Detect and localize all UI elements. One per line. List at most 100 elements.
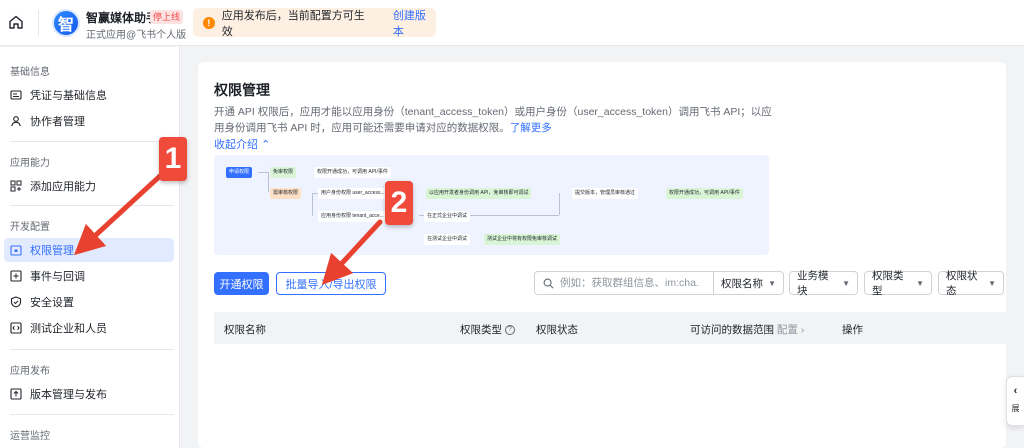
batch-import-export-button[interactable]: 批量导入/导出权限 bbox=[276, 272, 386, 295]
search-input[interactable] bbox=[560, 277, 700, 289]
select-label: 业务模块 bbox=[797, 270, 829, 297]
description-text: 开通 API 权限后，应用才能以应用身份（tenant_access_token… bbox=[214, 106, 772, 134]
status-badge: 停上线 bbox=[150, 10, 184, 24]
status-filter[interactable]: 权限状态 ▼ bbox=[938, 270, 1004, 297]
sidebar-item-add-capability[interactable]: 添加应用能力 bbox=[4, 174, 174, 198]
divider bbox=[10, 141, 174, 142]
sidebar-item-credentials[interactable]: 凭证与基础信息 bbox=[4, 83, 174, 107]
annotation-marker-2: 2 bbox=[385, 181, 413, 225]
notice-text: 应用发布后，当前配置方可生效 bbox=[221, 9, 365, 38]
collapse-label: 收起介绍 bbox=[214, 139, 258, 151]
flow-connector bbox=[268, 172, 269, 192]
permissions-panel: 权限管理 开通 API 权限后，应用才能以应用身份（tenant_access_… bbox=[198, 62, 1006, 448]
sidebar-group-monitoring: 运营监控 bbox=[10, 431, 50, 442]
flow-connector bbox=[258, 172, 268, 173]
flow-prod-debug: 在正式企业中调试 bbox=[424, 211, 471, 222]
chevron-left-icon: ‹ bbox=[1013, 385, 1018, 397]
search-field-select[interactable]: 权限名称 ▼ bbox=[714, 271, 784, 295]
sidebar-group-dev-config: 开发配置 bbox=[10, 222, 50, 233]
column-header-label: 权限类型 bbox=[460, 324, 502, 336]
flow-result: 权限开通成功，可调用 API/事件 bbox=[314, 167, 391, 178]
column-header-type[interactable]: 权限类型 ? bbox=[460, 322, 515, 337]
search-icon bbox=[543, 278, 554, 288]
sidebar-item-label: 凭证与基础信息 bbox=[30, 90, 107, 102]
user-icon bbox=[11, 116, 21, 127]
select-label: 权限名称 bbox=[721, 277, 763, 290]
flow-user-perm: 用户身份权限 user_access... bbox=[318, 188, 388, 199]
flow-app-perm: 应用身份权限 tenant_acce... bbox=[318, 211, 387, 222]
column-header-status: 权限状态 bbox=[536, 324, 578, 336]
top-bar: 智 智赢媒体助手 停上线 正式应用@飞书个人版 ! 应用发布后，当前配置方可生效… bbox=[0, 0, 1024, 46]
learn-more-link[interactable]: 了解更多 bbox=[510, 122, 552, 134]
divider bbox=[10, 414, 174, 415]
help-icon[interactable]: ? bbox=[504, 325, 515, 336]
scope-config-link[interactable]: 配置 › bbox=[777, 324, 804, 336]
sidebar-item-label: 协作者管理 bbox=[30, 116, 85, 128]
annotation-marker-1: 1 bbox=[159, 137, 187, 181]
sidebar-item-permissions[interactable]: 权限管理 bbox=[4, 238, 174, 262]
upload-box-icon bbox=[10, 388, 22, 400]
flow-apply: 申请权限 bbox=[226, 167, 253, 178]
create-version-link[interactable]: 创建版本 bbox=[393, 7, 436, 39]
column-header-label: 可访问的数据范围 bbox=[690, 324, 774, 336]
column-header-scope: 可访问的数据范围 配置 › bbox=[690, 322, 804, 337]
chevron-down-icon: ▼ bbox=[988, 278, 996, 288]
flow-test-result: 测试企业中将有权限免审核调试 bbox=[484, 234, 561, 245]
chevron-down-icon: ▼ bbox=[842, 278, 850, 288]
sidebar-item-versions[interactable]: 版本管理与发布 bbox=[4, 382, 174, 406]
flow-free-review: 免审权限 bbox=[270, 167, 297, 178]
type-filter[interactable]: 权限类型 ▼ bbox=[864, 270, 932, 297]
column-header-action: 操作 bbox=[842, 324, 863, 336]
table-header: 权限名称 权限类型 ? 权限状态 可访问的数据范围 配置 › 操作 bbox=[214, 312, 1006, 344]
divider bbox=[10, 349, 174, 350]
sidebar-group-basic: 基础信息 bbox=[10, 67, 50, 78]
sidebar-item-label: 权限管理 bbox=[30, 245, 74, 257]
flow-connector bbox=[559, 193, 560, 215]
shield-icon bbox=[10, 296, 22, 308]
divider bbox=[38, 10, 39, 36]
side-expand-tab[interactable]: ‹ 展 bbox=[1006, 376, 1024, 426]
flow-submit: 提交版本，管理员审核通过 bbox=[572, 188, 639, 199]
sidebar-item-security[interactable]: 安全设置 bbox=[4, 290, 174, 314]
app-logo: 智 bbox=[52, 9, 80, 37]
collapse-intro-toggle[interactable]: 收起介绍 ⌃ bbox=[214, 136, 270, 152]
flow-connector bbox=[312, 193, 313, 216]
sidebar-item-label: 版本管理与发布 bbox=[30, 389, 107, 401]
sidebar-item-events[interactable]: 事件与回调 bbox=[4, 264, 174, 288]
sidebar-item-collaborators[interactable]: 协作者管理 bbox=[4, 109, 174, 133]
lock-box-icon bbox=[10, 245, 22, 256]
expand-label: 展 bbox=[1011, 404, 1020, 413]
home-icon[interactable] bbox=[6, 12, 26, 32]
sidebar-item-label: 安全设置 bbox=[30, 297, 74, 309]
sidebar-item-label: 测试企业和人员 bbox=[30, 323, 107, 335]
grid-add-icon bbox=[10, 180, 22, 192]
publish-notice: ! 应用发布后，当前配置方可生效 创建版本 bbox=[193, 7, 436, 39]
business-filter[interactable]: 业务模块 ▼ bbox=[789, 270, 858, 297]
code-box-icon bbox=[10, 322, 22, 334]
sidebar-group-capabilities: 应用能力 bbox=[10, 158, 50, 169]
sidebar-item-label: 事件与回调 bbox=[30, 271, 85, 283]
sidebar-group-publish: 应用发布 bbox=[10, 366, 50, 377]
open-permission-button[interactable]: 开通权限 bbox=[214, 272, 269, 295]
select-label: 权限状态 bbox=[946, 270, 978, 297]
id-card-icon bbox=[10, 90, 22, 100]
flow-need-review: 需审核权限 bbox=[270, 188, 302, 199]
permission-search bbox=[534, 271, 714, 295]
permission-flow-diagram: 申请权限 免审权限 权限开通成功，可调用 API/事件 需审核权限 用户身份权限… bbox=[214, 155, 769, 255]
plus-box-icon bbox=[10, 270, 22, 282]
sidebar-item-test-enterprise[interactable]: 测试企业和人员 bbox=[4, 316, 174, 340]
flow-result-2: 权限开通成功，可调用 API/事件 bbox=[666, 188, 743, 199]
select-label: 权限类型 bbox=[872, 270, 904, 297]
app-subtitle: 正式应用@飞书个人版 bbox=[86, 30, 187, 41]
page-description: 开通 API 权限后，应用才能以应用身份（tenant_access_token… bbox=[214, 104, 774, 136]
chevron-down-icon: ▼ bbox=[768, 278, 776, 288]
divider bbox=[10, 205, 174, 206]
flow-debug: 以应用开发者身份调用 API，免审核即可调试 bbox=[426, 188, 532, 199]
sidebar: 基础信息 凭证与基础信息 协作者管理 应用能力 添加应用能力 开发配置 权限管理… bbox=[0, 47, 180, 448]
column-header-name: 权限名称 bbox=[224, 324, 266, 336]
chevron-up-icon: ⌃ bbox=[261, 139, 271, 151]
flow-test-debug: 在测试企业中调试 bbox=[424, 234, 471, 245]
warning-icon: ! bbox=[203, 16, 215, 29]
chevron-down-icon: ▼ bbox=[916, 278, 924, 288]
app-name[interactable]: 智赢媒体助手 bbox=[86, 9, 158, 26]
